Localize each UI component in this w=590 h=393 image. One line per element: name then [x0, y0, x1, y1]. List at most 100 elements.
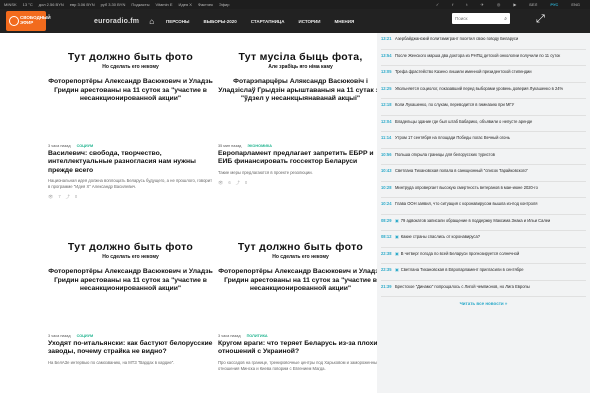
topbar-link-idea[interactable]: Идея X: [179, 2, 192, 7]
news-feed-item[interactable]: 10:24 Глава ООН заявил, что ситуация с ко…: [381, 198, 586, 215]
placeholder-photo[interactable]: Тут должно быть фото Но сделать его неко…: [48, 223, 213, 331]
news-feed-item[interactable]: 12:25 Увольняется социолог, показавший пе…: [381, 83, 586, 99]
nav-persons[interactable]: ПЕРСОНЫ: [166, 19, 189, 24]
card-headline[interactable]: Европарламент предлагает запретить ЕБРР …: [218, 150, 383, 167]
facebook-icon[interactable]: f: [452, 2, 453, 7]
photo-subtitle: Але зрабіць яго німа каму: [268, 64, 333, 70]
site-name[interactable]: euroradio.fm: [94, 18, 139, 25]
news-text[interactable]: После Женского марша два доктора из РНПЦ…: [395, 53, 560, 58]
news-text[interactable]: Светлана Тихановская в Европарламент при…: [401, 267, 524, 272]
news-text[interactable]: Утром 17 сентября на площади Победы пога…: [395, 135, 510, 140]
card-category[interactable]: ЭКОНОМИКА: [247, 144, 272, 148]
news-time: 10:56: [381, 151, 392, 157]
placeholder-photo[interactable]: Тут должно быть фото Но сделать его неко…: [218, 223, 383, 331]
news-text[interactable]: Азербайджанский политэмигрант посетил св…: [395, 36, 518, 41]
news-feed-item[interactable]: 08:29 ▣ 79 адвокатов записали обращение в …: [381, 215, 586, 231]
home-icon[interactable]: ⌂: [149, 17, 154, 26]
news-card[interactable]: Тут мусіла быць фота, Але зрабіць яго ні…: [218, 33, 383, 186]
instagram-icon[interactable]: ◎: [497, 2, 501, 7]
news-text-wrap: Азербайджанский политэмигрант посетил св…: [395, 36, 518, 45]
card-category[interactable]: СОЦИУМ: [77, 144, 94, 148]
news-feed-item[interactable]: 13:54 После Женского марша два доктора из…: [381, 50, 586, 66]
news-text-wrap: Польша открыла границы для белорусских т…: [395, 152, 495, 161]
nav-opinions[interactable]: МНЕНИЯ: [334, 19, 354, 24]
news-text-wrap: Брестское "Динамо" попрощалось с Лигой ч…: [395, 284, 530, 293]
news-text[interactable]: Увольняется социолог, показавший перед в…: [395, 86, 563, 91]
news-card[interactable]: Тут должно быть фото Но сделать его неко…: [48, 33, 213, 200]
search-icon[interactable]: ⌕: [504, 16, 507, 22]
card-time: 3 часа назад: [218, 334, 241, 338]
video-icon: ▣: [395, 250, 399, 256]
fullscreen-icon[interactable]: ⤢: [536, 14, 545, 25]
placeholder-photo[interactable]: Тут должно быть фото Но сделать его неко…: [48, 33, 213, 141]
photo-body: Фоторепортёры Александр Васюкович и Улад…: [48, 78, 213, 103]
news-text[interactable]: В четверг погода по всей Беларуси прогно…: [401, 251, 519, 256]
topbar-link-vitamin[interactable]: Vitamin E: [155, 2, 172, 7]
news-feed-item[interactable]: 08:12 ▣ Какие страны спаслись от коронавир…: [381, 231, 586, 248]
news-text[interactable]: 79 адвокатов записали обращение в поддер…: [401, 218, 551, 223]
news-text-wrap: ▣ 79 адвокатов записали обращение в подде…: [395, 218, 550, 227]
news-feed-item[interactable]: 22:35 ▣ Светлана Тихановская в Европарламе…: [381, 264, 586, 281]
topbar-link-ether[interactable]: Эфир: [219, 2, 230, 7]
card-headline[interactable]: Уходят по-итальянски: как бастуют белору…: [48, 340, 213, 357]
read-all-news-link[interactable]: Читать все новости »: [381, 301, 586, 306]
telegram-icon[interactable]: ✈: [480, 2, 483, 7]
nav-elections[interactable]: ВЫБОРЫ-2020: [203, 19, 236, 24]
search-input[interactable]: Поиск ⌕: [452, 13, 510, 24]
lang-eng[interactable]: ENG: [571, 2, 580, 7]
nav-startup[interactable]: СТАРТАПНИЦА: [251, 19, 285, 24]
news-text[interactable]: Владельцы здание где был штаб Бабарико, …: [395, 119, 532, 124]
news-text[interactable]: Минтруда опровергает высокую смертность …: [395, 185, 538, 190]
card-headline[interactable]: Кругом враги: что теряет Беларусь из-за …: [218, 340, 383, 357]
card-headline[interactable]: Василевич: свобода, творчество, интеллек…: [48, 150, 213, 175]
usd-rate: дол 2.56 BYN: [38, 2, 64, 7]
top-info-bar: MINSK 13 °C дол 2.56 BYN евр 3.06 BYN ру…: [0, 0, 590, 9]
news-feed-item[interactable]: 10:43 Светлана Тихановская попала в санкц…: [381, 165, 586, 182]
news-time: 12:25: [381, 85, 392, 91]
news-text[interactable]: Трефа фрастейство Казено лишили именной …: [395, 69, 532, 74]
youtube-icon[interactable]: ▶: [513, 2, 516, 7]
news-feed-item[interactable]: 10:28 Минтруда опровергает высокую смертн…: [381, 182, 586, 198]
news-feed-item[interactable]: 10:56 Польша открыла границы для белорусс…: [381, 149, 586, 165]
news-feed-item[interactable]: 21:39 Брестское "Динамо" попрощалось с Ли…: [381, 281, 586, 297]
card-category[interactable]: СОЦИУМ: [77, 334, 94, 338]
news-feed-item[interactable]: 22:38 ▣ В четверг погода по всей Беларуси …: [381, 248, 586, 264]
lang-rus[interactable]: РУС: [550, 2, 558, 7]
news-feed-item[interactable]: 13:21 Азербайджанский политэмигрант посет…: [381, 33, 586, 50]
news-time: 12:04: [381, 118, 392, 124]
share-icon[interactable]: ⤴: [66, 194, 70, 200]
news-card[interactable]: Тут должно быть фото Но сделать его неко…: [218, 223, 383, 371]
news-text[interactable]: Какие страны спаслись от коронавируса?: [401, 234, 480, 239]
news-time: 10:28: [381, 184, 392, 190]
news-text[interactable]: Светлана Тихановская попала в санкционны…: [395, 168, 528, 173]
vk-icon[interactable]: ✓: [436, 2, 439, 7]
news-text[interactable]: Брестское "Динамо" попрощалось с Лигой ч…: [395, 284, 530, 289]
share-icon[interactable]: ⤴: [236, 180, 240, 186]
news-feed-item[interactable]: 13:05 Трефа фрастейство Казено лишили име…: [381, 66, 586, 83]
news-text[interactable]: Польша открыла границы для белорусских т…: [395, 152, 495, 157]
news-text-wrap: Минтруда опровергает высокую смертность …: [395, 185, 538, 194]
photo-body: Фоторепортёры Александр Васюкович и Улад…: [218, 268, 383, 293]
news-text-wrap: ▣ Какие страны спаслись от коронавируса?: [395, 234, 480, 243]
news-time: 13:54: [381, 52, 392, 58]
card-lead: Про кассадов на границе, тренировочные ц…: [218, 359, 380, 371]
eur-rate: евр 3.06 BYN: [69, 2, 95, 7]
card-lead: Такие меры предлагаются в проекте резолю…: [218, 169, 313, 175]
news-time: 22:35: [381, 267, 392, 273]
lang-bel[interactable]: БЕЛ: [529, 2, 537, 7]
card-category[interactable]: ПОЛИТИКА: [247, 334, 268, 338]
news-feed-item[interactable]: 12:04 Владельцы здание где был штаб Бабар…: [381, 116, 586, 132]
svaboda-logo[interactable]: СВОБОДНЫЙ ЭФИР: [6, 11, 51, 31]
news-feed-item[interactable]: 12:18 Коли Лукашенко, по слухам, переводи…: [381, 99, 586, 116]
news-text[interactable]: Глава ООН заявил, что ситуация с коронав…: [395, 201, 537, 206]
twitter-icon[interactable]: t: [466, 2, 467, 7]
news-card[interactable]: Тут должно быть фото Но сделать его неко…: [48, 223, 213, 366]
topbar-link-podcasts[interactable]: Подкасты: [131, 2, 149, 7]
news-text[interactable]: Коли Лукашенко, по слухам, переводится в…: [395, 102, 514, 107]
logo-circle-icon: [9, 16, 19, 26]
placeholder-photo[interactable]: Тут мусіла быць фота, Але зрабіць яго ні…: [218, 33, 383, 141]
news-feed-item[interactable]: 11:14 Утром 17 сентября на площади Победы…: [381, 132, 586, 149]
nav-stories[interactable]: ИСТОРИИ: [298, 19, 320, 24]
topbar-link-factcheck[interactable]: Фактчек: [198, 2, 213, 7]
card-shares: 0: [74, 193, 78, 199]
